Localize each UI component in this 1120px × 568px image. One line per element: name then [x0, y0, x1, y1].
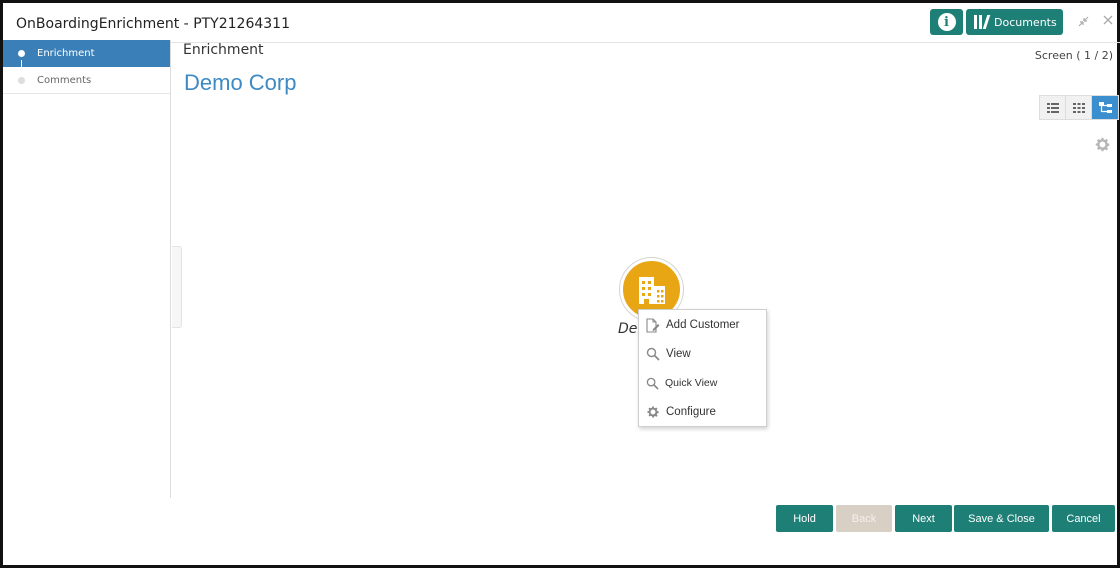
menu-item-add-customer[interactable]: Add Customer	[639, 313, 766, 337]
add-document-icon	[646, 317, 660, 333]
sidebar-item-enrichment[interactable]: Enrichment	[3, 40, 170, 75]
menu-item-configure[interactable]: Configure	[639, 400, 766, 424]
company-name: Demo Corp	[184, 70, 297, 95]
menu-item-label: Configure	[666, 406, 716, 418]
section-title: Enrichment	[183, 42, 264, 58]
menu-item-view[interactable]: View	[639, 342, 766, 366]
app-window: OnBoardingEnrichment - PTY21264311 i Doc…	[0, 0, 1120, 568]
view-mode-toggle	[1039, 95, 1119, 120]
library-icon	[974, 15, 991, 29]
gear-icon	[647, 406, 659, 418]
close-icon[interactable]	[1102, 14, 1114, 30]
tree-view-icon[interactable]	[1092, 96, 1118, 119]
settings-gear-icon[interactable]	[1094, 136, 1111, 153]
save-close-button[interactable]: Save & Close	[954, 505, 1049, 532]
next-button[interactable]: Next	[895, 505, 952, 532]
context-menu: Add Customer View Quick View Configure	[638, 309, 767, 427]
screen-indicator: Screen ( 1 / 2)	[1034, 49, 1113, 62]
building-icon	[638, 276, 665, 304]
title-bar: OnBoardingEnrichment - PTY21264311 i Doc…	[6, 6, 1120, 43]
menu-item-quick-view[interactable]: Quick View	[639, 371, 766, 395]
hold-button[interactable]: Hold	[776, 505, 833, 532]
search-icon	[646, 347, 660, 361]
menu-item-label: Add Customer	[666, 319, 740, 331]
info-icon: i	[937, 13, 956, 31]
sidebar-resize-handle[interactable]	[172, 246, 182, 328]
sidebar: Enrichment Comments	[3, 40, 171, 498]
search-icon	[646, 377, 659, 390]
window-title: OnBoardingEnrichment - PTY21264311	[16, 16, 290, 32]
info-button[interactable]: i	[930, 9, 963, 35]
cancel-button[interactable]: Cancel	[1052, 505, 1115, 532]
sidebar-item-comments[interactable]: Comments	[3, 67, 170, 94]
menu-item-label: View	[666, 348, 691, 360]
documents-label: Documents	[994, 15, 1057, 29]
grid-view-icon[interactable]	[1066, 96, 1092, 119]
list-view-icon[interactable]	[1040, 96, 1066, 119]
menu-item-label: Quick View	[665, 377, 718, 389]
back-button[interactable]: Back	[836, 505, 892, 532]
step-icon	[18, 76, 25, 84]
minimize-icon[interactable]	[1077, 15, 1090, 31]
documents-button[interactable]: Documents	[966, 9, 1063, 35]
sidebar-item-label: Enrichment	[37, 47, 95, 59]
sidebar-item-label: Comments	[37, 74, 92, 86]
step-active-icon	[18, 49, 25, 57]
